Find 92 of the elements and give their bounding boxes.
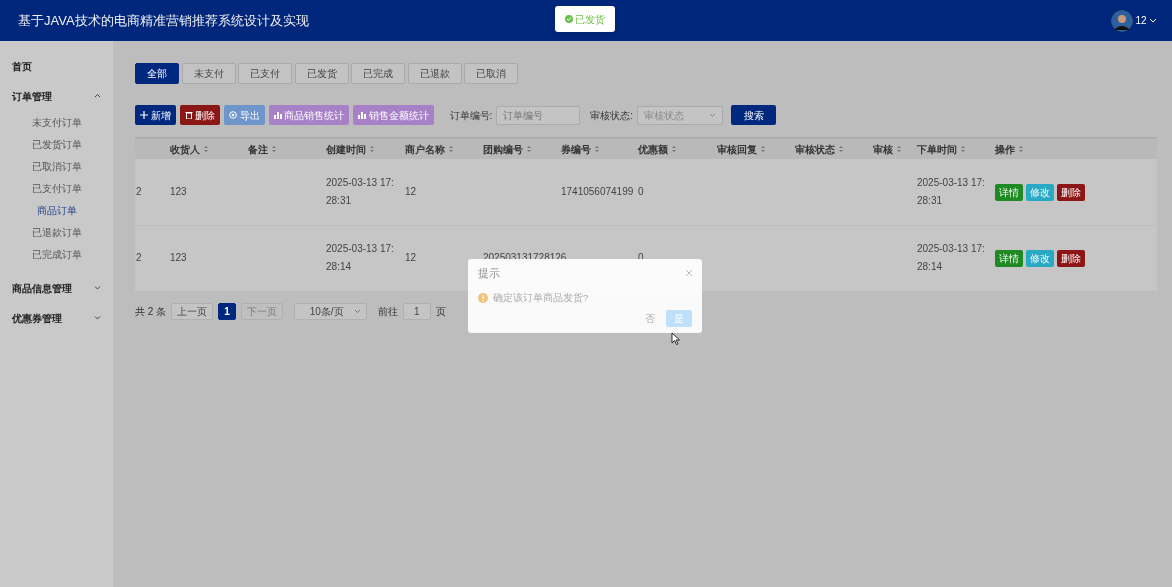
page-button[interactable]: 1 xyxy=(218,303,236,320)
sort-icon[interactable] xyxy=(369,145,375,153)
column-header[interactable]: 创建时间 xyxy=(326,141,366,157)
page-unit: 页 xyxy=(435,305,446,319)
column-header[interactable]: 审核 xyxy=(873,141,893,157)
sidebar-subitem[interactable]: 商品订单 xyxy=(0,199,113,221)
check-circle-icon xyxy=(564,15,573,23)
sidebar-subitem[interactable]: 已完成订单 xyxy=(0,243,113,265)
status-tab[interactable]: 已支付 xyxy=(238,63,292,84)
page-input[interactable]: 1 xyxy=(402,303,431,320)
status-tab[interactable]: 已发货 xyxy=(294,63,349,84)
row-action-button[interactable]: 详情 xyxy=(995,183,1023,201)
row-action-button[interactable]: 详情 xyxy=(995,249,1023,267)
total-count: 共 2 条 xyxy=(135,305,167,319)
sort-icon[interactable] xyxy=(896,145,902,153)
column-header[interactable]: 收货人 xyxy=(170,141,200,157)
column-header[interactable]: 下单时间 xyxy=(917,141,957,157)
sidebar-subitem[interactable]: 已取消订单 xyxy=(0,155,113,177)
toolbar-button[interactable]: 商品销售统计 xyxy=(268,105,349,125)
sort-icon[interactable] xyxy=(271,145,277,153)
bar-chart-icon xyxy=(273,111,282,119)
column-header[interactable]: 备注 xyxy=(248,141,268,157)
close-icon[interactable] xyxy=(686,270,692,277)
sort-icon[interactable] xyxy=(203,145,209,153)
chevron-down-icon xyxy=(709,112,717,118)
dialog-title: 提示 xyxy=(478,266,500,281)
row-action-button[interactable]: 删除 xyxy=(1057,183,1085,201)
table-cell-text: 2025-03-13 17:28:31 xyxy=(917,176,985,208)
table-cell-text: 2 xyxy=(136,185,142,199)
search-button[interactable]: 搜索 xyxy=(731,105,777,125)
column-header[interactable]: 审核状态 xyxy=(795,141,835,157)
status-tab[interactable]: 未支付 xyxy=(181,63,236,84)
sort-icon[interactable] xyxy=(838,145,844,153)
sort-icon[interactable] xyxy=(448,145,454,153)
table-cell-text: 2025-03-13 17:28:14 xyxy=(917,242,985,274)
sidebar-item[interactable]: 商品信息管理 xyxy=(0,273,113,303)
filter-label: 审核状态: xyxy=(590,108,634,123)
dialog-message: 确定该订单商品发货? xyxy=(493,290,589,305)
sidebar-item[interactable]: 首页 xyxy=(0,51,113,81)
chevron-down-icon xyxy=(353,309,361,314)
table-cell-text: 202503131728126 xyxy=(483,251,567,265)
sort-icon[interactable] xyxy=(526,145,532,153)
table-cell-text: 12 xyxy=(405,251,417,265)
filter-label: 订单编号: xyxy=(449,108,493,123)
toolbar-button[interactable]: 删除 xyxy=(179,105,220,125)
sidebar-subitem[interactable]: 已支付订单 xyxy=(0,177,113,199)
table-cell-text: 12 xyxy=(405,185,417,199)
status-tab[interactable]: 已完成 xyxy=(351,63,405,84)
bar-chart-icon xyxy=(358,111,366,119)
sidebar-subitem[interactable]: 已退款订单 xyxy=(0,221,113,243)
sort-icon[interactable] xyxy=(594,145,600,153)
chevron-down-icon[interactable] xyxy=(1149,18,1157,23)
row-action-button[interactable]: 删除 xyxy=(1057,249,1085,267)
toolbar-button[interactable]: 新增 xyxy=(135,105,176,125)
column-header[interactable]: 商户名称 xyxy=(405,141,445,157)
sort-icon[interactable] xyxy=(960,145,966,153)
column-header[interactable]: 审核回复 xyxy=(717,141,757,157)
sort-icon[interactable] xyxy=(1018,145,1024,153)
sidebar-subitem[interactable]: 已发货订单 xyxy=(0,133,113,155)
status-tab[interactable]: 已取消 xyxy=(464,63,518,84)
column-header[interactable]: 优惠额 xyxy=(638,141,668,157)
table-cell-text: 1741056074199 xyxy=(561,185,634,199)
table-cell-text: 0 xyxy=(638,251,644,265)
column-header[interactable]: 操作 xyxy=(995,141,1015,157)
user-name[interactable]: 12 xyxy=(1135,13,1147,28)
app-title: 基于JAVA技术的电商精准营销推荐系统设计及实现 xyxy=(18,11,309,30)
status-tab[interactable]: 已退款 xyxy=(407,63,462,84)
avatar[interactable] xyxy=(1110,9,1133,32)
sort-icon[interactable] xyxy=(760,145,766,153)
page-size-select[interactable]: 10条/页 xyxy=(293,303,367,320)
toolbar-button[interactable]: 销售金额统计 xyxy=(353,105,434,125)
sidebar-item[interactable]: 优惠券管理 xyxy=(0,303,113,333)
toast-text: 已发货 xyxy=(575,12,606,27)
sidebar-subitem[interactable]: 未支付订单 xyxy=(0,111,113,133)
goto-label: 前往 xyxy=(377,305,398,319)
table-cell-text: 0 xyxy=(638,185,644,199)
search-field[interactable]: 订单编号 xyxy=(496,105,581,125)
table-cell-text: 2025-03-13 17:28:31 xyxy=(326,176,395,208)
table-cell-text: 123 xyxy=(170,185,187,199)
warning-icon xyxy=(478,292,488,303)
sidebar-item[interactable]: 订单管理 xyxy=(0,81,113,111)
table-cell-text: 123 xyxy=(170,251,187,265)
trash-icon xyxy=(184,111,193,119)
prev-page-button[interactable]: 上一页 xyxy=(171,303,214,320)
plus-icon xyxy=(140,111,148,119)
status-tab[interactable]: 全部 xyxy=(135,63,179,84)
column-header[interactable]: 团购编号 xyxy=(483,141,523,157)
table-cell-text: 2 xyxy=(136,251,142,265)
table-cell-text: 2025-03-13 17:28:14 xyxy=(326,242,395,274)
column-header[interactable]: 券编号 xyxy=(561,141,591,157)
sort-icon[interactable] xyxy=(671,145,677,153)
circle-icon xyxy=(229,111,237,119)
